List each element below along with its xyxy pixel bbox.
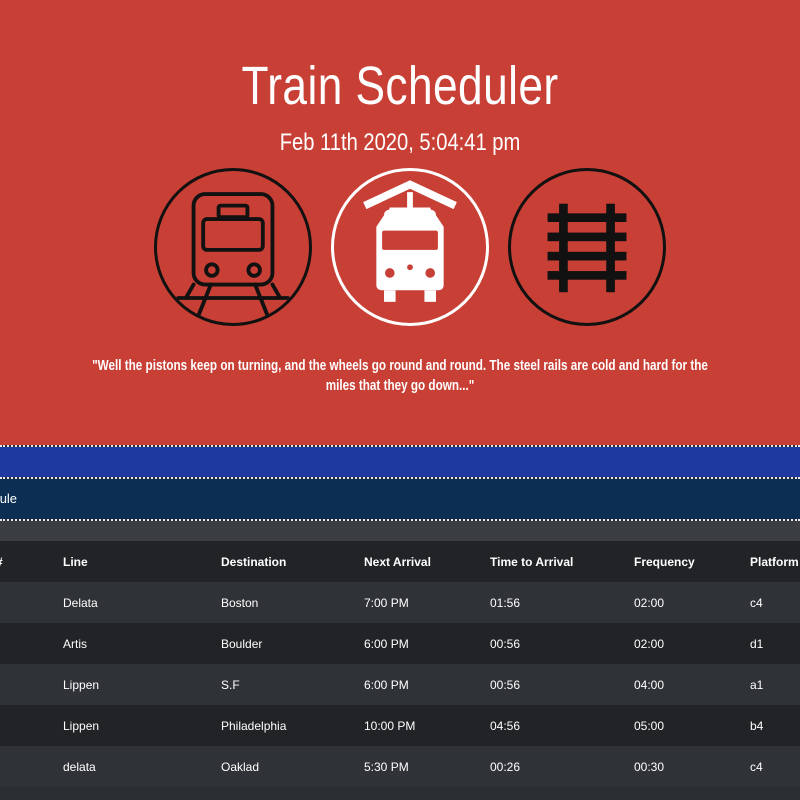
column-header: Next Arrival	[364, 555, 431, 569]
table-row: Delata Boston 7:00 PM 01:56 02:00 c4	[0, 582, 800, 623]
table-row: Artis Boulder 6:00 PM 00:56 02:00 d1	[0, 623, 800, 664]
table-cell: Boston	[221, 596, 259, 610]
color-band	[0, 447, 800, 477]
table-cell: 02:00	[634, 637, 665, 651]
table-cell: 6:00 PM	[364, 637, 409, 651]
table-cell: Artis	[63, 637, 87, 651]
panel-title: hedule	[0, 491, 18, 506]
table-cell: S.F	[221, 678, 240, 692]
table-cell: 10:00 PM	[364, 719, 416, 733]
table-row: delata Oaklad 5:30 PM 00:26 00:30 c4	[0, 746, 800, 787]
column-header: Time to Arrival	[490, 555, 574, 569]
table-cell: 01:56	[490, 596, 521, 610]
table-cell: 00:30	[634, 760, 665, 774]
table-cell: 6:00 PM	[364, 678, 409, 692]
table-header-row: # Line Destination Next Arrival Time to …	[0, 541, 800, 582]
table-cell: Lippen	[63, 678, 100, 692]
train-front-icon	[154, 168, 312, 326]
current-datetime: Feb 11th 2020, 5:04:41 pm	[279, 129, 521, 156]
column-header: Line	[63, 555, 88, 569]
table-cell: Boulder	[221, 637, 263, 651]
table-cell: delata	[63, 760, 96, 774]
table-cell: Philadelphia	[221, 719, 287, 733]
schedule-panel-header: hedule	[0, 479, 800, 519]
table-cell: d1	[750, 637, 764, 651]
table-cell: Lippen	[63, 719, 100, 733]
table-cell: b4	[750, 719, 764, 733]
table-cell: 00:56	[490, 637, 521, 651]
table-cell: a1	[750, 678, 764, 692]
railroad-tracks-icon	[508, 168, 666, 326]
hero-quote: "Well the pistons keep on turning, and t…	[92, 357, 708, 394]
table-row: Lippen Philadelphia 10:00 PM 04:56 05:00…	[0, 705, 800, 746]
table-row: Lippen S.F 6:00 PM 00:56 04:00 a1	[0, 664, 800, 705]
column-header: Frequency	[634, 555, 695, 569]
table-cell: 00:56	[490, 678, 521, 692]
table-cell: 04:56	[490, 719, 521, 733]
table-cell: 02:00	[634, 596, 665, 610]
table-cell: c4	[750, 760, 763, 774]
table-cell: 04:00	[634, 678, 665, 692]
table-cell: 00:26	[490, 760, 521, 774]
column-header: Destination	[221, 555, 287, 569]
jumbotron: Train Scheduler Feb 11th 2020, 5:04:41 p…	[0, 0, 800, 445]
table-cell: Delata	[63, 596, 98, 610]
column-header: #	[0, 554, 3, 570]
column-header: Platform #	[750, 555, 800, 569]
table-toolbar	[0, 521, 800, 541]
table-cell: 5:30 PM	[364, 760, 409, 774]
table-cell: Oaklad	[221, 760, 260, 774]
table-cell: 7:00 PM	[364, 596, 409, 610]
tram-icon	[331, 168, 489, 326]
table-cell: c4	[750, 596, 763, 610]
table-cell: 05:00	[634, 719, 665, 733]
page-title: Train Scheduler	[241, 56, 559, 116]
